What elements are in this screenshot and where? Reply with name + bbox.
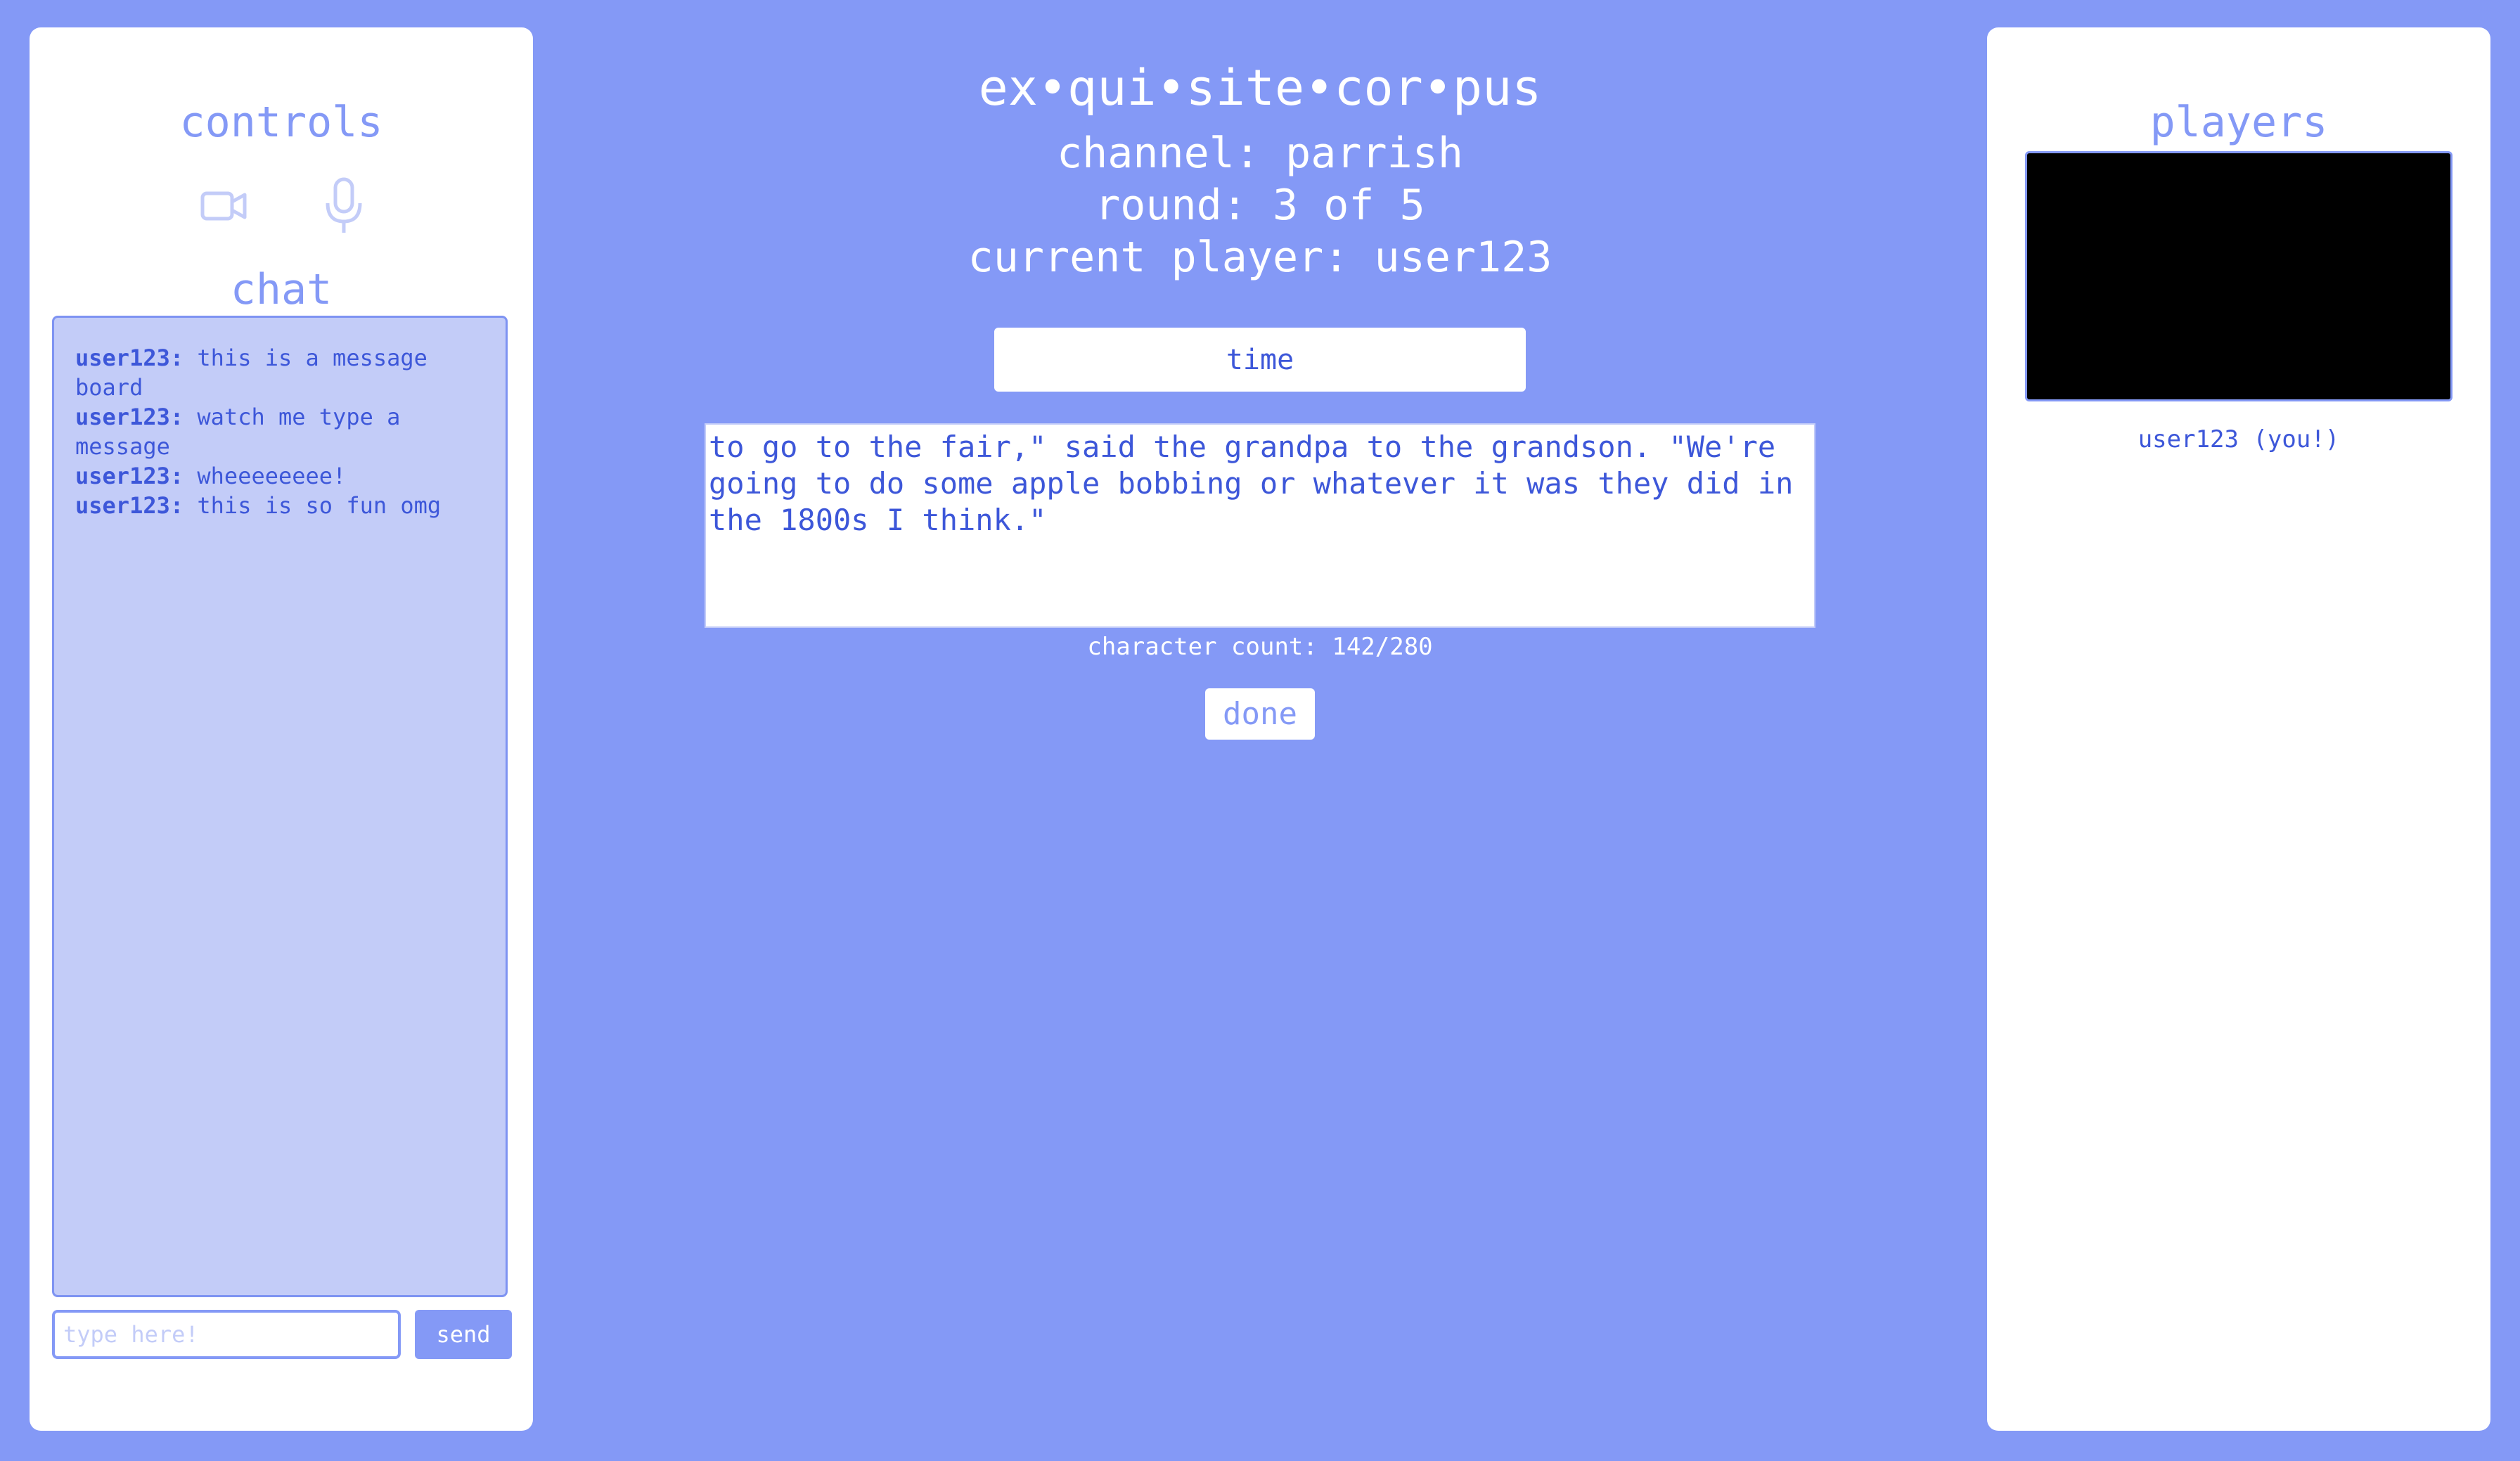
chat-message-text: this is so fun omg — [184, 492, 442, 519]
controls-panel: controls chat user123: this is a message… — [30, 27, 533, 1431]
chat-title: chat — [230, 265, 333, 314]
chat-message: user123: wheeeeeeee! — [75, 461, 484, 491]
chat-message-user: user123: — [75, 404, 184, 430]
done-button[interactable]: done — [1205, 688, 1315, 740]
microphone-icon[interactable] — [319, 176, 368, 236]
round-label: round: 3 of 5 — [1095, 181, 1425, 230]
story-text-area[interactable]: to go to the fair," said the grandpa to … — [705, 423, 1815, 628]
chat-message: user123: this is a message board — [75, 343, 484, 402]
chat-input[interactable] — [52, 1310, 401, 1359]
character-count: character count: 142/280 — [1087, 633, 1433, 661]
video-camera-icon[interactable] — [200, 181, 249, 230]
player-video-tile — [2025, 151, 2452, 401]
chat-message-user: user123: — [75, 345, 184, 371]
chat-message-text: wheeeeeeee! — [184, 463, 347, 489]
app-title: ex•qui•site•cor•pus — [978, 59, 1542, 117]
players-title: players — [2149, 98, 2328, 147]
chat-message-user: user123: — [75, 492, 184, 519]
chat-message-user: user123: — [75, 463, 184, 489]
player-name: user123 (you!) — [2138, 425, 2340, 453]
send-button[interactable]: send — [415, 1310, 512, 1359]
current-player-label: current player: user123 — [968, 233, 1552, 282]
players-panel: players user123 (you!) — [1987, 27, 2490, 1431]
chat-message: user123: this is so fun omg — [75, 491, 484, 520]
time-button[interactable]: time — [994, 328, 1526, 392]
channel-label: channel: parrish — [1057, 129, 1463, 178]
controls-title: controls — [179, 98, 383, 147]
chat-message-board[interactable]: user123: this is a message board user123… — [52, 316, 508, 1297]
chat-message: user123: watch me type a message — [75, 402, 484, 461]
